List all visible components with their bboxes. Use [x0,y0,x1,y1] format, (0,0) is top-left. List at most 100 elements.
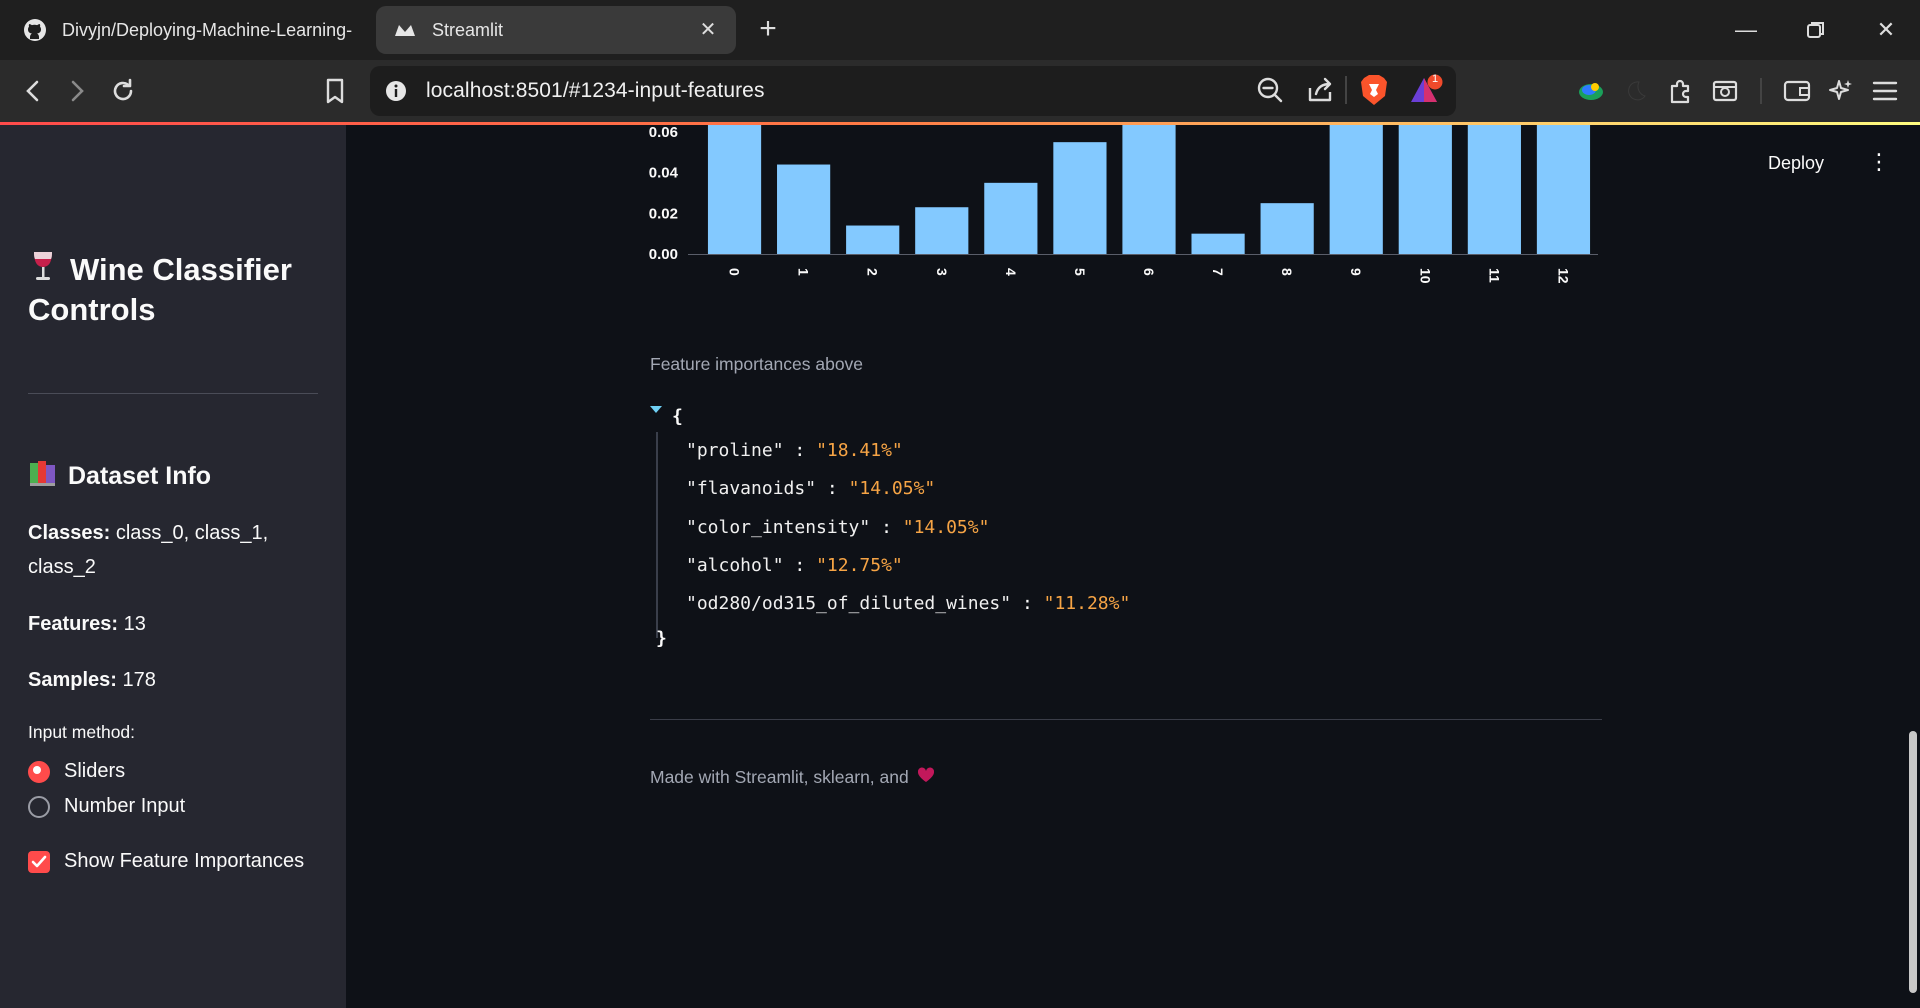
main-divider [650,719,1602,720]
github-icon [22,17,48,43]
brave-shields-icon[interactable] [1360,74,1388,111]
features-label: Features: [28,613,119,635]
json-key: "flavanoids" [686,478,817,499]
show-importances-checkbox[interactable]: Show Feature Importances [28,850,304,873]
divider [1760,78,1762,104]
json-close-brace: } [656,628,667,649]
radio-unselected-indicator[interactable] [28,795,50,818]
dataset-info-heading-text: Dataset Info [68,462,212,490]
bar [1398,125,1452,254]
json-row: "alcohol" : "12.75%" [686,555,903,576]
json-key: "color_intensity" [686,517,871,538]
rewards-badge: 1 [1431,73,1439,85]
forward-icon[interactable] [58,72,96,110]
tab-title: Streamlit [432,19,504,40]
json-row: "flavanoids" : "14.05%" [686,478,936,499]
features-info: Features: 13 [28,607,308,641]
zoom-out-icon[interactable] [1256,76,1284,109]
new-tab-button[interactable]: + [752,14,784,46]
json-value: "18.41%" [816,440,903,461]
url-text: localhost:8501/#1234-input-features [426,79,765,102]
bar [1467,125,1521,254]
close-window-icon[interactable]: ✕ [1866,10,1906,50]
samples-value: 178 [122,669,156,691]
bar [915,207,969,254]
checkmark-icon[interactable] [28,850,50,873]
x-tick-label: 5 [1072,268,1088,276]
bookmark-icon[interactable] [316,72,354,110]
restore-icon[interactable] [1796,10,1836,50]
footer-text: Made with Streamlit, sklearn, and [650,767,909,787]
radio-number-input[interactable]: Number Input [28,795,185,818]
json-row: "od280/od315_of_diluted_wines" : "11.28%… [686,593,1131,614]
classes-label: Classes: [28,522,111,544]
tab-github[interactable]: Divyjn/Deploying-Machine-Learning- [8,6,358,54]
heart-icon [917,767,935,788]
x-tick-label: 12 [1555,268,1571,284]
radio-selected-indicator[interactable] [28,760,50,783]
footer: Made with Streamlit, sklearn, and [650,767,935,788]
x-tick-label: 10 [1417,268,1433,284]
x-tick-label: 1 [796,268,812,276]
close-tab-icon[interactable]: ✕ [694,16,722,44]
x-tick-label: 4 [1003,268,1019,276]
bar [1260,203,1314,254]
share-icon[interactable] [1306,76,1334,109]
scrollbar[interactable] [1906,125,1920,1008]
radio-sliders[interactable]: Sliders [28,760,125,783]
bar [984,182,1038,254]
input-method-label: Input method: [28,722,136,742]
radio-label: Sliders [64,760,126,782]
sidebar-title-text: Wine Classifier Controls [28,252,292,327]
minimize-icon[interactable]: — [1726,10,1766,50]
dataset-info-heading: Dataset Info [28,459,211,494]
json-key: "od280/od315_of_diluted_wines" [686,593,1012,614]
wallet-icon[interactable] [1778,72,1816,110]
extensions-icon[interactable] [1662,72,1700,110]
scrollbar-thumb[interactable] [1909,731,1917,993]
samples-info: Samples: 178 [28,663,308,697]
back-icon[interactable] [14,72,52,110]
json-value: "14.05%" [902,517,990,538]
x-tick-label: 11 [1486,268,1502,283]
extension-colorful-icon[interactable] [1572,72,1610,110]
tab-streamlit[interactable]: Streamlit ✕ [376,6,736,54]
json-key: "alcohol" [686,555,784,576]
more-options-icon[interactable]: ⋮ [1868,151,1890,175]
y-tick-label: 0.04 [649,165,679,182]
y-tick-label: 0.00 [649,246,678,263]
bar [1122,125,1176,254]
sidebar-divider [28,393,318,394]
x-tick-label: 8 [1279,268,1295,276]
sidebar-title: Wine Classifier Controls [28,250,328,329]
dark-mode-icon[interactable] [1616,72,1654,110]
y-tick-label: 0.06 [649,125,678,141]
streamlit-icon [392,17,418,43]
bar [1053,142,1107,254]
bar [1191,233,1245,254]
leo-ai-icon[interactable] [1822,72,1860,110]
checkbox-label: Show Feature Importances [64,850,305,872]
collapse-caret-icon[interactable] [650,406,662,413]
caption: Feature importances above [650,354,864,374]
menu-icon[interactable] [1866,72,1904,110]
brave-rewards-icon[interactable]: 1 [1410,73,1444,113]
site-info-icon[interactable] [384,79,408,103]
json-guide-line [656,432,658,638]
books-icon [28,459,58,494]
screenshot-icon[interactable] [1706,72,1744,110]
x-tick-label: 2 [865,268,881,276]
bar [1329,125,1383,254]
feature-importance-chart: 0.000.020.040.060 1 2 3 4 5 6 7 8 9 10 11 12 [649,125,1598,284]
y-tick-label: 0.02 [649,205,678,222]
radio-label: Number Input [64,795,186,817]
json-open-brace: { [672,406,683,427]
tab-title: Divyjn/Deploying-Machine-Learning- [62,19,352,40]
divider [1345,76,1347,104]
x-tick-label: 0 [727,268,743,276]
address-bar[interactable]: localhost:8501/#1234-input-features 1 [370,66,1456,116]
json-row: "color_intensity" : "14.05%" [686,517,990,538]
reload-icon[interactable] [104,72,142,110]
json-value: "12.75%" [816,555,903,576]
deploy-button[interactable]: Deploy [1768,153,1824,174]
